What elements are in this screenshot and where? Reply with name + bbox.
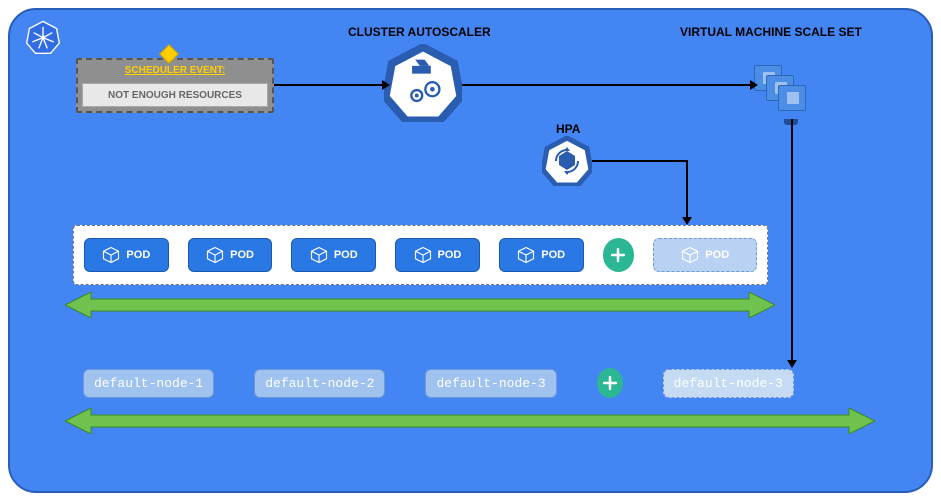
pod-item: POD bbox=[395, 238, 480, 272]
node-item: default-node-3 bbox=[425, 369, 556, 398]
pod-label: POD bbox=[126, 249, 150, 261]
node-item: default-node-1 bbox=[83, 369, 214, 398]
kubernetes-icon bbox=[26, 20, 60, 54]
add-pod-icon bbox=[603, 238, 635, 272]
cluster-autoscaler-icon bbox=[384, 44, 462, 127]
node-item-new: default-node-3 bbox=[663, 369, 794, 398]
pod-item-new: POD bbox=[653, 238, 757, 272]
cube-icon bbox=[681, 246, 699, 264]
pod-item: POD bbox=[84, 238, 169, 272]
pod-row: POD POD POD POD POD bbox=[73, 225, 768, 285]
scheduler-title: SCHEDULER EVENT: bbox=[78, 65, 272, 76]
cube-icon bbox=[206, 246, 224, 264]
scheduler-event-box: SCHEDULER EVENT: NOT ENOUGH RESOURCES bbox=[76, 58, 274, 113]
cube-icon bbox=[310, 246, 328, 264]
cube-icon bbox=[102, 246, 120, 264]
horizontal-scale-arrow bbox=[65, 292, 775, 312]
pod-label: POD bbox=[541, 249, 565, 261]
cube-icon bbox=[414, 246, 432, 264]
pod-item: POD bbox=[499, 238, 584, 272]
node-item: default-node-2 bbox=[254, 369, 385, 398]
pod-item: POD bbox=[188, 238, 273, 272]
arrow-autoscaler-to-vmss bbox=[462, 84, 750, 86]
hpa-icon bbox=[542, 136, 592, 191]
cluster-autoscaler-label: CLUSTER AUTOSCALER bbox=[348, 25, 491, 39]
arrow-scheduler-to-autoscaler bbox=[274, 84, 382, 86]
warning-diamond-icon bbox=[159, 44, 179, 64]
add-node-icon bbox=[597, 368, 623, 398]
pod-label: POD bbox=[334, 249, 358, 261]
cluster-container: CLUSTER AUTOSCALER VIRTUAL MACHINE SCALE… bbox=[8, 8, 933, 493]
arrow-head-icon bbox=[382, 80, 390, 90]
pod-item: POD bbox=[291, 238, 376, 272]
node-row: default-node-1 default-node-2 default-no… bbox=[83, 368, 883, 398]
arrow-head-icon bbox=[682, 217, 692, 225]
cube-icon bbox=[517, 246, 535, 264]
arrow-head-icon bbox=[787, 360, 797, 368]
pod-label: POD bbox=[230, 249, 254, 261]
arrow-vmss-to-node bbox=[791, 119, 793, 361]
vmss-icon bbox=[754, 65, 812, 119]
arrow-hpa-horizontal bbox=[592, 160, 687, 162]
arrow-hpa-vertical bbox=[686, 160, 688, 218]
vmss-label: VIRTUAL MACHINE SCALE SET bbox=[680, 25, 862, 39]
hpa-label: HPA bbox=[556, 122, 580, 136]
pod-label: POD bbox=[705, 249, 729, 261]
horizontal-scale-arrow-nodes bbox=[65, 408, 875, 428]
arrow-head-icon bbox=[750, 80, 758, 90]
scheduler-subtitle: NOT ENOUGH RESOURCES bbox=[82, 83, 268, 107]
pod-label: POD bbox=[438, 249, 462, 261]
